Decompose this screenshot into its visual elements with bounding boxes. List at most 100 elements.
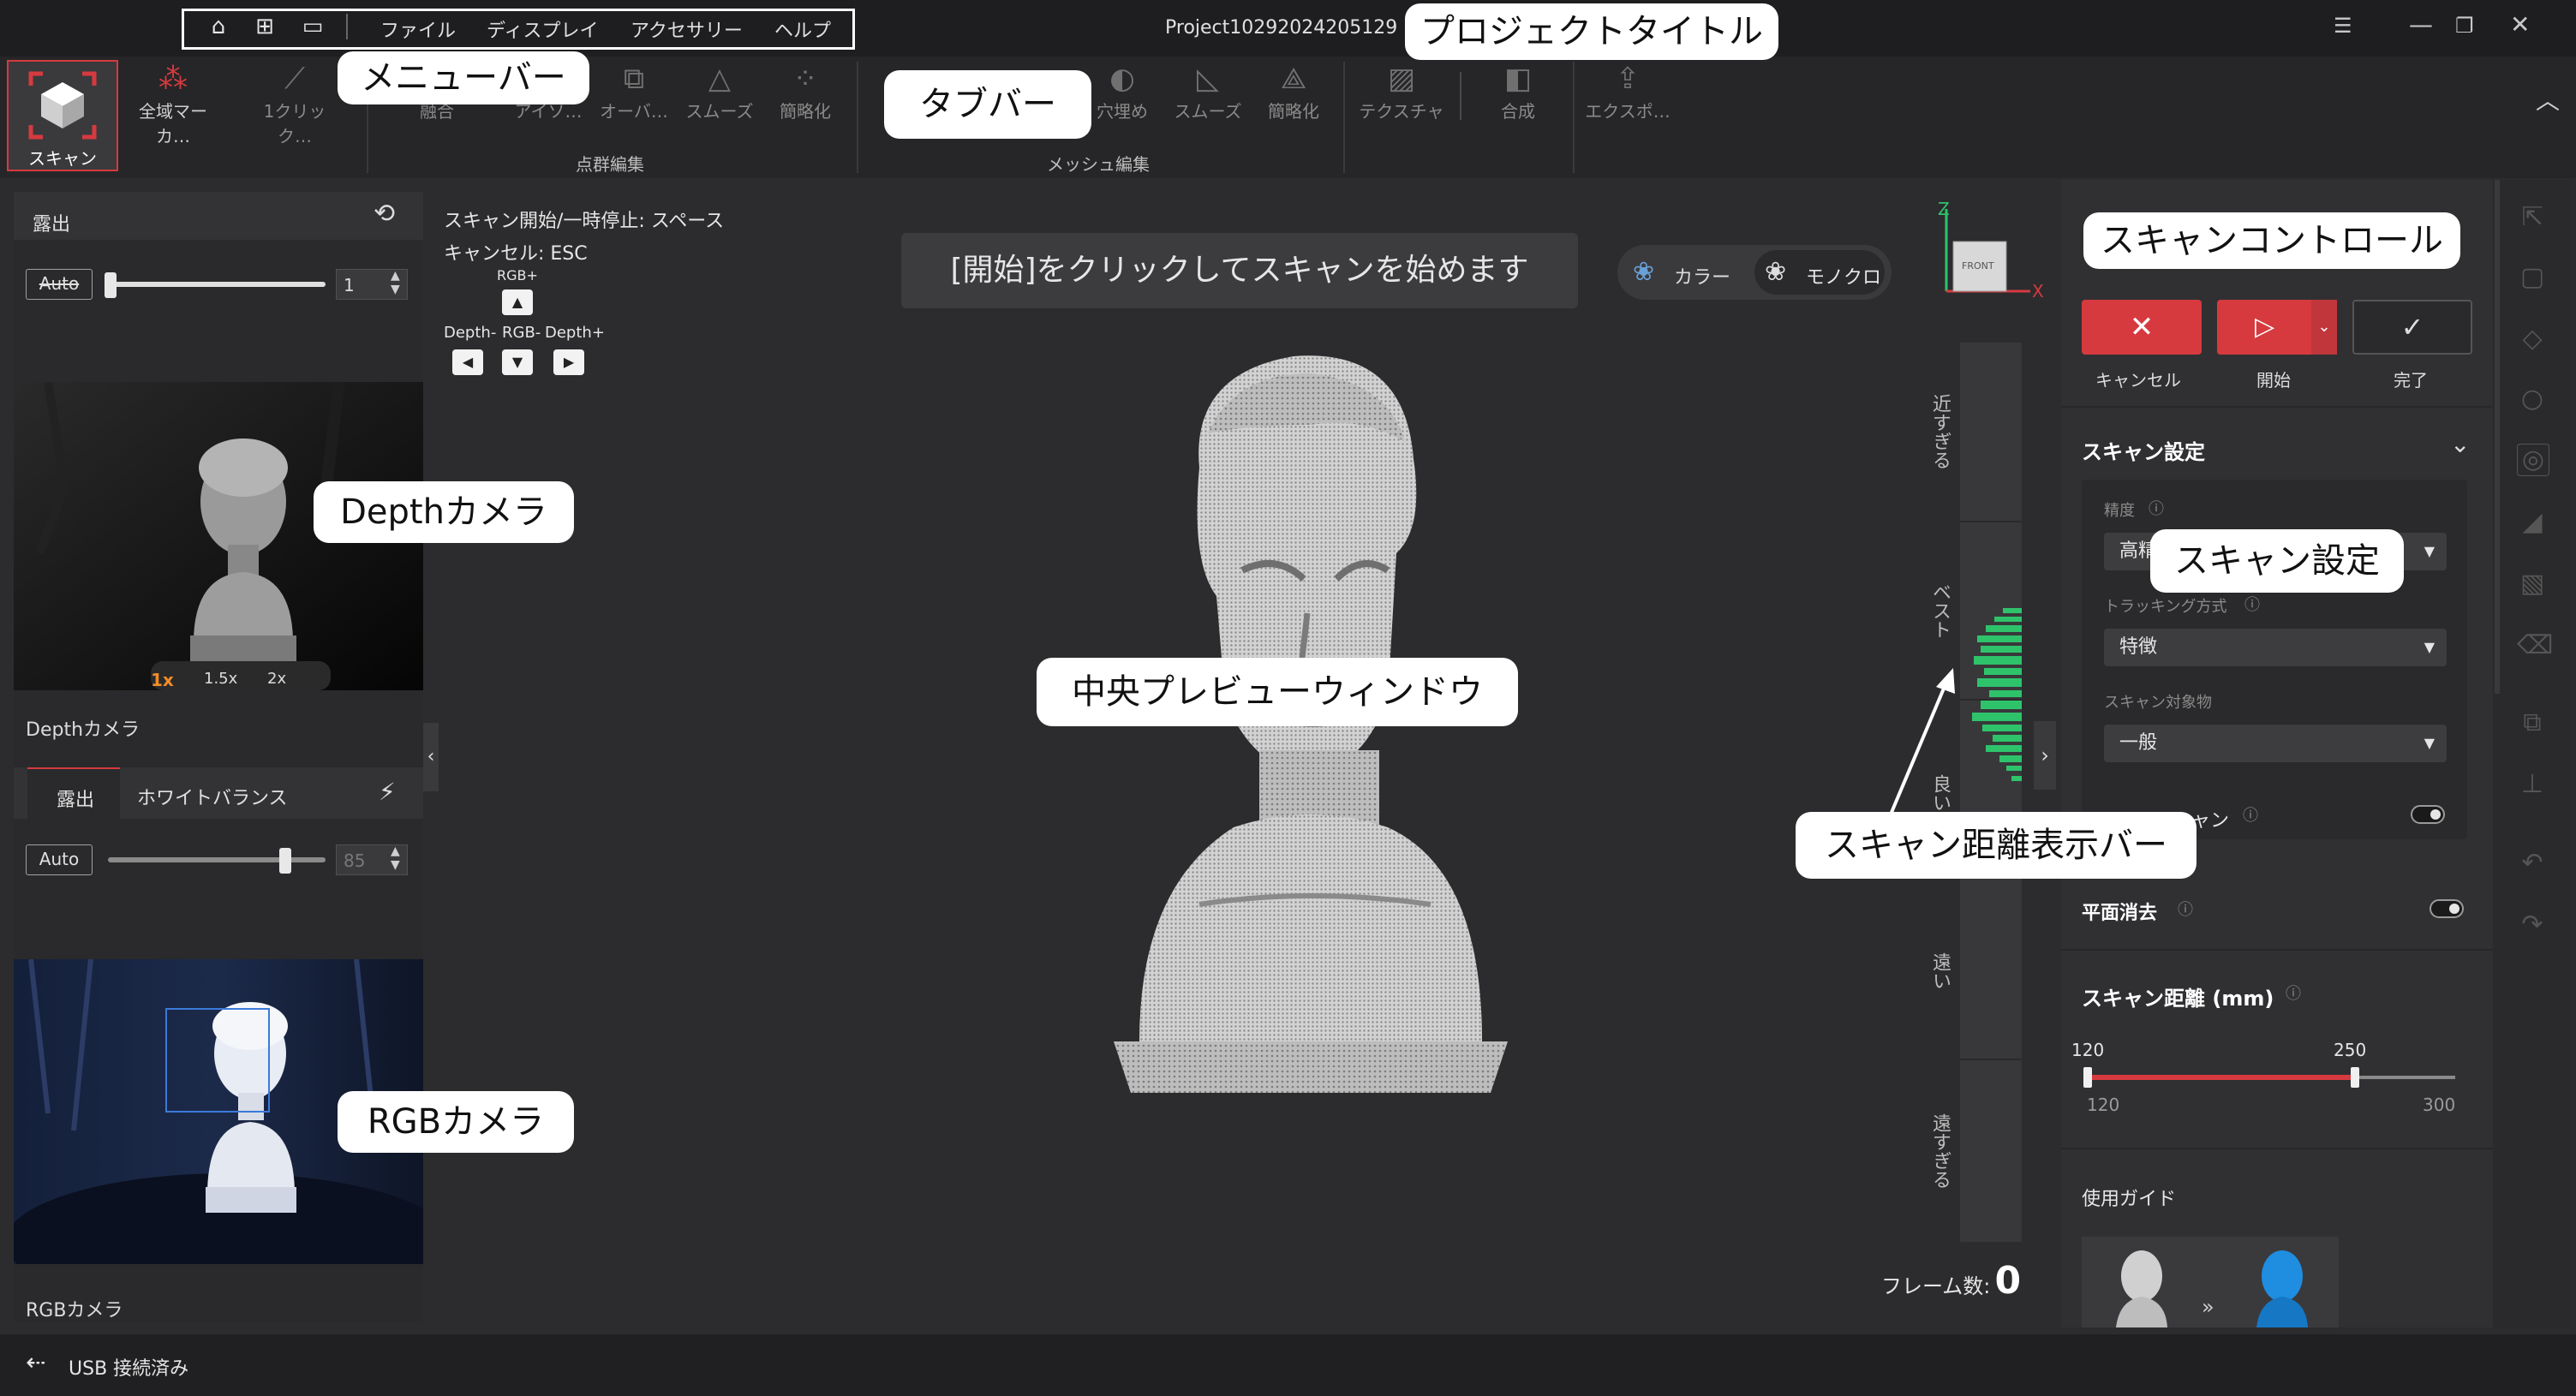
lasso-icon[interactable]: ◇: [2517, 324, 2548, 355]
point-group-label: 点群編集: [576, 154, 644, 175]
depth-exposure-knob[interactable]: [105, 272, 117, 298]
view-cube-widget[interactable]: Z X FRONT: [1928, 199, 2047, 310]
minimize-icon[interactable]: —: [2409, 10, 2433, 39]
up-arrow-key-icon[interactable]: ▲: [502, 289, 533, 315]
right-arrow-key-icon[interactable]: ▶: [553, 349, 584, 375]
menu-help[interactable]: ヘルプ: [774, 15, 831, 43]
export-button[interactable]: ⇪ エクスポ…: [1585, 60, 1671, 122]
dropdown-arrow-icon: ▼: [2424, 735, 2435, 751]
panel-divider: [2061, 406, 2493, 408]
mono-mode-option[interactable]: ❀ モノクロ: [1754, 250, 1885, 295]
tab-exposure[interactable]: 露出: [27, 767, 120, 819]
zoom-2x[interactable]: 2x: [267, 670, 286, 688]
scrollbar[interactable]: [2495, 180, 2500, 694]
rgb-exposure-knob[interactable]: [279, 848, 291, 874]
tracking-info-icon[interactable]: ⓘ: [2244, 593, 2260, 615]
guide-thumbnail[interactable]: »: [2082, 1237, 2339, 1327]
close-icon[interactable]: ✕: [2510, 10, 2530, 39]
collapse-settings-chevron-icon[interactable]: ⌄: [2450, 430, 2470, 458]
rect-select-icon[interactable]: ▢: [2517, 262, 2548, 293]
depth-auto-button[interactable]: Auto: [26, 269, 93, 300]
depth-plus-label: Depth+: [545, 324, 605, 342]
partial-toggle-info-icon[interactable]: ⓘ: [2243, 803, 2258, 826]
zoom-1-5x[interactable]: 1.5x: [204, 670, 237, 688]
tab-white-balance[interactable]: ホワイトバランス: [137, 783, 288, 810]
undo-icon[interactable]: ↶: [2517, 848, 2548, 879]
depth-exposure-slider[interactable]: [108, 282, 326, 287]
collapse-left-panel-icon[interactable]: ‹: [423, 723, 439, 791]
plane-removal-info-icon[interactable]: ⓘ: [2178, 898, 2193, 920]
one-click-button[interactable]: ⟋ 1クリック…: [252, 60, 338, 147]
reset-rotate-icon[interactable]: ⟲: [374, 199, 395, 229]
color-mode-label[interactable]: カラー: [1674, 262, 1730, 289]
rgb-exposure-slider[interactable]: [108, 857, 326, 862]
plane-cut-icon[interactable]: ◢: [2517, 507, 2548, 538]
scanner-app-window: ⌂ ⊞ ▭ ファイル ディスプレイ アクセサリー ヘルプ Project1029…: [0, 0, 2576, 1396]
merge-icon: ◧: [1503, 62, 1533, 96]
restore-icon[interactable]: ❐: [2455, 14, 2474, 38]
left-arrow-key-icon[interactable]: ◀: [452, 349, 483, 375]
surface-select-icon[interactable]: ◎: [2517, 444, 2549, 476]
precision-info-icon[interactable]: ⓘ: [2149, 497, 2164, 519]
fill-holes-button[interactable]: ◐ 穴埋め: [1079, 60, 1165, 122]
stepper-icon[interactable]: ▲ ▼: [391, 269, 400, 296]
texture-label: テクスチャ: [1359, 101, 1444, 122]
texture-button[interactable]: ▨ テクスチャ: [1359, 60, 1444, 122]
color-mode-icon: ❀: [1633, 257, 1655, 287]
down-arrow-key-icon[interactable]: ▼: [502, 349, 533, 375]
brush-select-icon[interactable]: ○: [2517, 384, 2548, 415]
point-simplify-button[interactable]: ⁘ 簡略化: [762, 60, 848, 122]
start-scan-button[interactable]: ▷ ⌄: [2217, 300, 2337, 355]
overlap-button[interactable]: ⧉ オーバ…: [591, 60, 677, 122]
scan-tab-button[interactable]: スキャン: [7, 60, 118, 171]
stamp-icon[interactable]: ⊥: [2517, 769, 2548, 800]
callout-project-title: プロジェクトタイトル: [1405, 3, 1778, 60]
distance-histogram: [1972, 608, 2022, 781]
mesh-simplify-button[interactable]: ⟁ 簡略化: [1251, 60, 1336, 122]
cancel-x-icon: ✕: [2129, 310, 2155, 344]
plane-removal-toggle[interactable]: [2430, 899, 2464, 918]
axis-x-label: X: [2032, 281, 2044, 301]
callout-arrow: [1886, 668, 1955, 821]
invert-icon[interactable]: ▧: [2517, 569, 2548, 600]
merge-button[interactable]: ◧ 合成: [1475, 60, 1561, 122]
scan-distance-info-icon[interactable]: ⓘ: [2286, 981, 2301, 1004]
finish-scan-button[interactable]: ✓: [2352, 300, 2472, 355]
distance-max-handle[interactable]: [2351, 1067, 2359, 1088]
delete-icon[interactable]: ⌫: [2517, 630, 2553, 661]
mesh-smooth-button[interactable]: ◺ スムーズ: [1165, 60, 1251, 122]
point-smooth-button[interactable]: △ スムーズ: [677, 60, 762, 122]
start-options-chevron-icon[interactable]: ⌄: [2311, 300, 2337, 355]
stepper-icon[interactable]: ▲ ▼: [391, 844, 400, 872]
menu-accessory[interactable]: アクセサリー: [631, 15, 743, 43]
target-value: 一般: [2119, 732, 2158, 754]
copy-icon[interactable]: ⧉: [2517, 707, 2548, 738]
cancel-scan-button[interactable]: ✕: [2082, 300, 2202, 355]
menu-file[interactable]: ファイル: [380, 15, 456, 43]
redo-icon[interactable]: ↷: [2517, 910, 2548, 940]
point-cloud-model[interactable]: [1105, 339, 1516, 1119]
partial-scan-toggle[interactable]: [2411, 805, 2445, 824]
tracking-select[interactable]: 特徴 ▼: [2104, 629, 2447, 666]
partial-toggle-label: ャン: [2191, 810, 2230, 832]
fill-holes-label: 穴埋め: [1097, 101, 1148, 122]
home-icon[interactable]: ⌂: [206, 14, 231, 39]
distance-too-close-label: 近すぎる: [1929, 394, 1951, 469]
flash-off-icon[interactable]: ⚡: [379, 778, 396, 806]
new-project-icon[interactable]: ⊞: [252, 14, 278, 39]
frame-count-value: 0: [1994, 1259, 2022, 1303]
settings-sliders-icon[interactable]: ☰: [2334, 14, 2352, 38]
select-cursor-icon[interactable]: ⇱: [2517, 202, 2548, 233]
precision-label: 精度: [2104, 502, 2135, 520]
mesh-smooth-icon: ◺: [1196, 62, 1220, 96]
target-select[interactable]: 一般 ▼: [2104, 725, 2447, 762]
collapse-toolbar-icon[interactable]: ︿: [2536, 82, 2560, 116]
rgb-auto-button[interactable]: Auto: [26, 844, 93, 875]
zoom-1x[interactable]: 1x: [151, 670, 174, 690]
distance-min-handle[interactable]: [2083, 1067, 2092, 1088]
expand-right-icon[interactable]: ›: [2034, 721, 2056, 790]
open-folder-icon[interactable]: ▭: [300, 14, 326, 39]
color-mode-toggle[interactable]: ❀ カラー ❀ モノクロ: [1617, 245, 1892, 300]
global-marker-button[interactable]: ⁂ 全域マーカ…: [130, 60, 216, 147]
menu-display[interactable]: ディスプレイ: [487, 15, 598, 43]
